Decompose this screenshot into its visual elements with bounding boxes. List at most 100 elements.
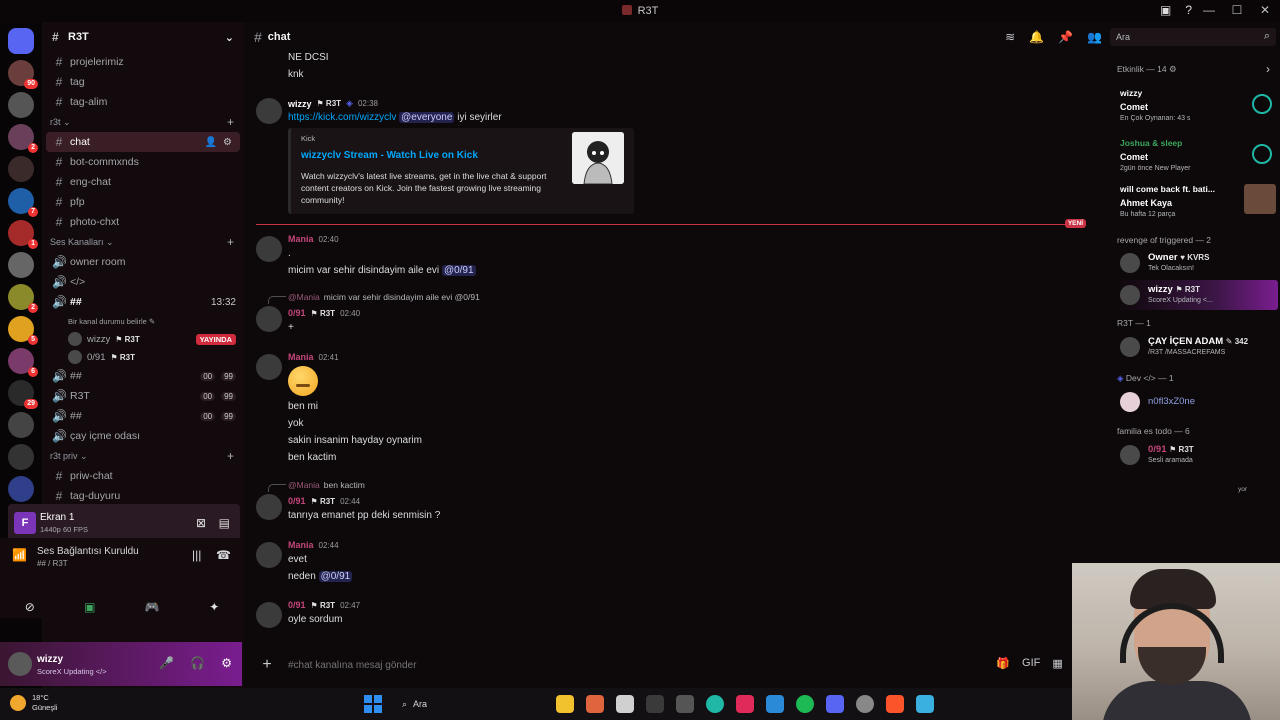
app-icon[interactable] <box>586 695 604 713</box>
server-icon-server-2[interactable] <box>8 92 34 118</box>
author-name[interactable]: 0/91 <box>288 600 306 610</box>
avatar[interactable] <box>256 494 282 520</box>
category-r3t[interactable]: r3t ⌄ + <box>42 112 244 132</box>
author-name[interactable]: 0/91 <box>288 496 306 506</box>
add-channel-icon[interactable]: + <box>227 235 234 249</box>
mention[interactable]: @everyone <box>399 112 455 123</box>
category-voice[interactable]: Ses Kanalları ⌄ + <box>42 232 244 252</box>
server-icon-server-3[interactable]: 2 <box>8 124 38 153</box>
attach-plus-icon[interactable]: + <box>254 656 280 674</box>
avatar[interactable] <box>8 652 32 676</box>
chevron-right-icon[interactable]: › <box>1266 62 1270 76</box>
gear-icon[interactable]: ⚙ <box>221 656 232 670</box>
embed-thumbnail[interactable] <box>572 132 624 184</box>
avatar[interactable] <box>256 236 282 262</box>
invite-icon[interactable]: 👤 <box>205 137 217 148</box>
bell-icon[interactable]: 🔔 <box>1029 30 1044 44</box>
voice-channel-r3t[interactable]: 🔊 R3T 00 99 <box>42 386 244 406</box>
user-panel[interactable]: wizzy ScoreX Updating </> 🎤 🎧 ⚙ <box>0 642 242 686</box>
voice-channel-hash-2[interactable]: 🔊 ## 00 99 <box>42 406 244 426</box>
microphone-icon[interactable]: 🎤 <box>159 656 174 670</box>
author-name[interactable]: 0/91 <box>288 308 306 318</box>
member-091[interactable]: 0/91 ⚑ R3T Sesli aramada <box>1116 440 1278 470</box>
minimize-button[interactable]: — <box>1202 3 1216 17</box>
screen-share-icon[interactable]: ▣ <box>1160 3 1171 17</box>
server-icon-server-7[interactable] <box>8 252 34 278</box>
member-wizzy[interactable]: wizzy ⚑ R3T ScoreX Updating <... <box>1116 280 1278 310</box>
reply-preview[interactable]: @Mania ben kactim <box>288 480 365 490</box>
stream-settings-icon[interactable]: ▤ <box>219 516 230 530</box>
activity-header[interactable]: Etkinlik — 14 ⚙ <box>1117 64 1177 75</box>
signal-icon[interactable]: 📶 <box>12 548 27 562</box>
chevron-down-icon[interactable]: ⌄ <box>225 31 234 44</box>
add-channel-icon[interactable]: + <box>227 115 234 129</box>
channel-photo-chxt[interactable]: # photo-chxt <box>42 212 244 232</box>
mention[interactable]: @0/91 <box>441 265 476 276</box>
weather-widget[interactable]: 18°C Güneşli <box>10 693 57 713</box>
voice-channel-cay[interactable]: 🔊 çay içme odası <box>42 426 244 446</box>
reply-preview[interactable]: @Mania micim var sehir disindayim aile ev… <box>288 292 480 302</box>
avatar[interactable] <box>256 98 282 124</box>
channel-pfp[interactable]: # pfp <box>42 192 244 212</box>
app-icon[interactable] <box>646 695 664 713</box>
avatar[interactable] <box>256 542 282 568</box>
server-icon-discord-home[interactable] <box>8 28 34 54</box>
channel-tag-duyuru[interactable]: # tag-duyuru <box>42 486 244 506</box>
calculator-icon[interactable] <box>616 695 634 713</box>
server-icon-server-12[interactable] <box>8 412 34 438</box>
start-button[interactable] <box>364 695 382 713</box>
author-name[interactable]: Mania <box>288 352 314 362</box>
gif-icon[interactable]: GIF <box>1022 657 1040 670</box>
avatar[interactable] <box>256 602 282 628</box>
message-link[interactable]: https://kick.com/wizzyclv <box>288 112 396 123</box>
channel-bot-commxnds[interactable]: # bot-commxnds <box>42 152 244 172</box>
add-channel-icon[interactable]: + <box>227 449 234 463</box>
voice-channel-code[interactable]: 🔊 </> <box>42 272 244 292</box>
close-button[interactable]: ✕ <box>1258 3 1272 17</box>
sticker-icon[interactable]: ▦ <box>1052 657 1062 670</box>
taskbar-search[interactable]: ⌕ Ara <box>394 694 544 714</box>
server-icon-server-1[interactable]: 90 <box>8 60 38 89</box>
search-input[interactable]: Ara ⌕ <box>1110 28 1276 46</box>
channel-projelerimiz[interactable]: # projelerimiz <box>42 52 244 72</box>
author-name[interactable]: Mania <box>288 234 314 244</box>
channel-eng-chat[interactable]: # eng-chat <box>42 172 244 192</box>
voice-channel-active[interactable]: 🔊 ## 13:32 <box>42 292 244 312</box>
member-n0fl3xz0ne[interactable]: n0fl3xZ0ne <box>1116 387 1278 417</box>
channel-tag-alim[interactable]: # tag-alim <box>42 92 244 112</box>
activity-card[interactable]: Joshua & sleep Comet 2gün önce New Playe… <box>1120 138 1276 172</box>
mention[interactable]: @0/91 <box>318 571 353 582</box>
gear-icon[interactable]: ⚙ <box>223 137 232 148</box>
steam-icon[interactable] <box>856 695 874 713</box>
server-icon-server-6[interactable]: 1 <box>8 220 38 249</box>
comet-icon[interactable] <box>706 695 724 713</box>
voice-user-091[interactable]: 0/91 ⚑ R3T <box>42 348 244 366</box>
discord-icon[interactable] <box>826 695 844 713</box>
brave-icon[interactable] <box>886 695 904 713</box>
threads-icon[interactable]: ≋ <box>1005 30 1015 44</box>
voice-channel-hash-1[interactable]: 🔊 ## 00 99 <box>42 366 244 386</box>
activity-card[interactable]: will come back ft. bati... Ahmet Kaya Bu… <box>1120 184 1276 218</box>
channel-priw-chat[interactable]: # priw-chat <box>42 466 244 486</box>
stop-stream-icon[interactable]: ⊠ <box>196 516 206 530</box>
server-icon-server-10[interactable]: 6 <box>8 348 38 377</box>
activities-icon[interactable]: 🎮 <box>145 600 160 614</box>
server-icon-server-11[interactable]: 29 <box>8 380 38 409</box>
app-icon[interactable] <box>736 695 754 713</box>
member-cay-icen-adam[interactable]: ÇAY İÇEN ADAM ✎ 342 /R3T /MASSACREFAMS <box>1116 332 1278 362</box>
voice-channel-owner-room[interactable]: 🔊 owner room <box>42 252 244 272</box>
notepad-icon[interactable] <box>916 695 934 713</box>
camera-off-icon[interactable]: ⊘ <box>25 600 35 614</box>
category-priv[interactable]: r3t priv ⌄ + <box>42 446 244 466</box>
maximize-button[interactable]: ☐ <box>1230 3 1244 17</box>
server-icon-server-14[interactable] <box>8 476 34 502</box>
app-icon[interactable] <box>676 695 694 713</box>
channel-chat[interactable]: # chat 👤 ⚙ <box>46 132 240 152</box>
channel-status-hint[interactable]: Bir kanal durumu belirle ✎ <box>42 312 244 330</box>
author-name[interactable]: wizzy <box>288 99 312 109</box>
author-name[interactable]: Mania <box>288 540 314 550</box>
voice-status-channel[interactable]: ## / R3T <box>37 559 68 568</box>
embed-title[interactable]: wizzyclv Stream - Watch Live on Kick <box>301 150 478 161</box>
server-icon-server-8[interactable]: 2 <box>8 284 38 313</box>
avatar[interactable] <box>256 306 282 332</box>
